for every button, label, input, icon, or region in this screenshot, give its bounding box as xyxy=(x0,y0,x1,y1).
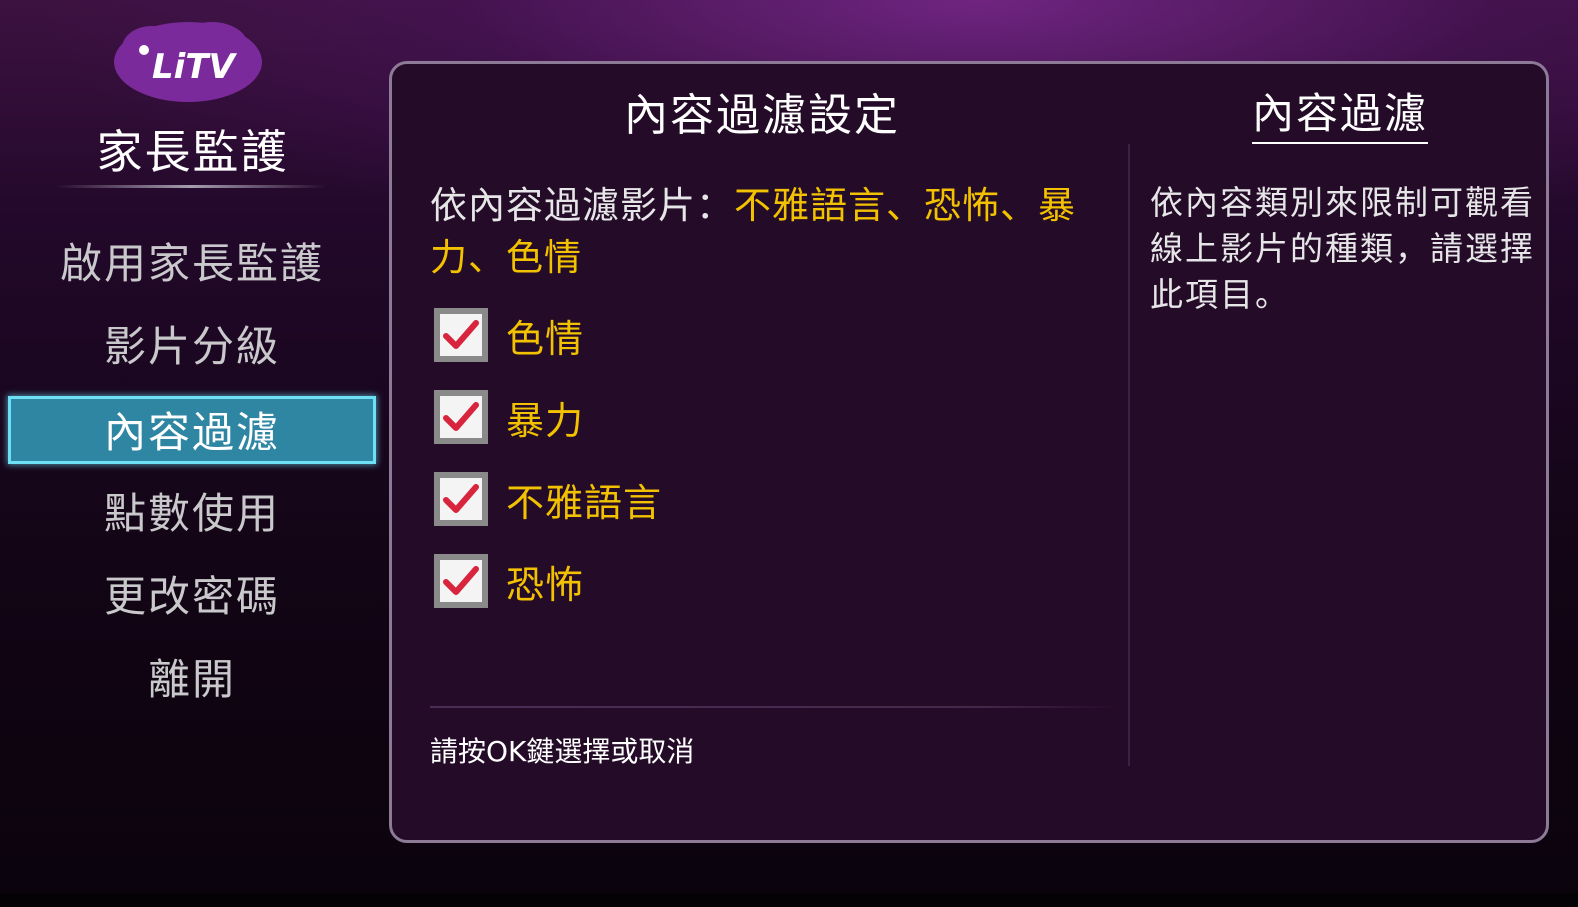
checkbox[interactable] xyxy=(434,390,488,444)
sidebar-item-change-password[interactable]: 更改密碼 xyxy=(8,563,376,631)
bottom-strip xyxy=(0,893,1578,907)
option-label: 恐怖 xyxy=(506,562,585,607)
checkmark-icon xyxy=(443,566,479,595)
option-label: 色情 xyxy=(506,316,585,361)
option-horror[interactable]: 恐怖 xyxy=(434,554,584,608)
panel-title: 內容過濾設定 xyxy=(624,90,900,141)
option-label: 暴力 xyxy=(506,398,585,443)
option-profanity[interactable]: 不雅語言 xyxy=(434,472,662,526)
checkbox[interactable] xyxy=(434,308,488,362)
litv-logo: LiTV xyxy=(112,18,264,106)
checkbox[interactable] xyxy=(434,472,488,526)
sidebar-item-video-rating[interactable]: 影片分級 xyxy=(8,313,376,381)
sidebar-item-points-usage[interactable]: 點數使用 xyxy=(8,480,376,548)
help-title: 內容過濾 xyxy=(1252,86,1429,144)
logo-text: LiTV xyxy=(152,47,238,87)
vertical-divider xyxy=(1128,144,1130,766)
sidebar-item-enable-parental-control[interactable]: 啟用家長監護 xyxy=(8,230,376,298)
sidebar-item-content-filter[interactable]: 內容過濾 xyxy=(8,396,376,464)
checkmark-icon xyxy=(443,402,479,431)
help-text: 依內容類別來限制可觀看線上影片的種類，請選擇此項目。 xyxy=(1150,183,1535,314)
option-label: 不雅語言 xyxy=(506,480,663,525)
checkmark-icon xyxy=(443,484,479,513)
hint-divider xyxy=(430,706,1120,708)
filter-description: 依內容過濾影片：不雅語言、恐怖、暴力、色情 xyxy=(430,180,1120,284)
content-filter-panel: 內容過濾設定 依內容過濾影片：不雅語言、恐怖、暴力、色情 色情 暴力 不雅語言 … xyxy=(389,61,1549,843)
sidebar-item-exit[interactable]: 離開 xyxy=(8,646,376,714)
sidebar-title: 家長監護 xyxy=(96,125,289,179)
description-prefix: 依內容過濾影片： xyxy=(430,184,734,227)
option-sexual-content[interactable]: 色情 xyxy=(434,308,584,362)
title-underline xyxy=(56,185,326,188)
checkbox[interactable] xyxy=(434,554,488,608)
option-violence[interactable]: 暴力 xyxy=(434,390,584,444)
hint-text: 請按OK鍵選擇或取消 xyxy=(430,735,695,768)
checkmark-icon xyxy=(443,320,479,349)
